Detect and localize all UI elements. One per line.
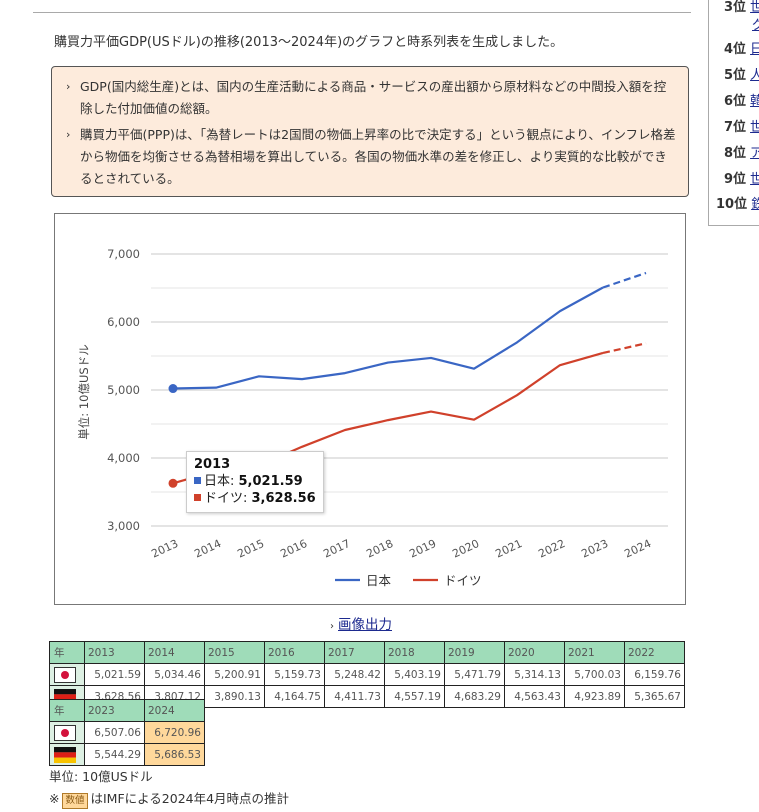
x-tick-label: 2020 [450, 537, 481, 561]
y-tick-label: 6,000 [107, 315, 140, 329]
germany-value-cell: 5,686.53 [144, 743, 205, 766]
germany-value-cell: 5,544.29 [84, 743, 145, 766]
japan-value-cell: 5,034.46 [144, 663, 205, 686]
japan-value-cell: 5,700.03 [564, 663, 625, 686]
x-tick-label: 2024 [622, 537, 653, 561]
japan-flag-cell [49, 721, 85, 744]
germany-value-cell: 4,411.73 [324, 685, 385, 708]
x-tick-label: 2014 [192, 537, 223, 561]
tooltip-title: 2013 [194, 457, 231, 472]
germany-value-cell: 4,563.43 [504, 685, 565, 708]
germany-value-cell: 4,557.19 [384, 685, 445, 708]
legend-japan-label: 日本 [366, 573, 392, 588]
x-tick-label: 2022 [536, 537, 567, 561]
y-axis-label: 単位: 10億USドル [77, 344, 91, 439]
germany-value-cell: 4,164.75 [264, 685, 325, 708]
data-table-1: 年 2013 2014 2015 2016 2017 2018 2019 2020 2021 202… [49, 641, 685, 708]
japan-value-cell: 6,159.76 [624, 663, 685, 686]
x-tick-label: 2019 [407, 537, 438, 561]
year-header-cell: 2021 [564, 641, 625, 664]
x-tick-label: 2013 [149, 537, 180, 561]
japan-value-cell: 5,471.79 [444, 663, 505, 686]
table-header-row: 年 2013 2014 2015 2016 2017 2018 2019 2020 2021 202… [49, 641, 685, 664]
year-header-label: 年 [49, 641, 85, 664]
japan-value-cell: 5,403.19 [384, 663, 445, 686]
germany-value-cell: 4,683.29 [444, 685, 505, 708]
japan-value-cell: 6,507.06 [84, 721, 145, 744]
chevron-right-icon: › [330, 621, 334, 632]
year-header-label: 年 [49, 699, 85, 722]
chart-tooltip: 2013 日本: 5,021.59 ドイツ: 3,628.56 [186, 451, 324, 513]
data-point [168, 384, 178, 394]
y-tick-label: 3,000 [107, 519, 140, 533]
japan-flag-cell [49, 663, 85, 686]
japan-value-cell: 5,021.59 [84, 663, 145, 686]
year-header-cell: 2013 [84, 641, 145, 664]
tooltip-label: 日本: [204, 474, 239, 489]
table-row-japan: 5,021.59 5,034.46 5,200.91 5,159.73 5,248.42… [49, 663, 685, 686]
series-line-japan [172, 286, 604, 390]
data-table-2: 年 2023 2024 6,507.06 6,720.96 5,544.29 5,686… [49, 699, 205, 766]
tooltip-row-japan: 日本: 5,021.59 [194, 473, 316, 490]
germany-swatch-icon [194, 494, 201, 501]
y-tick-label: 7,000 [107, 247, 140, 261]
japan-flag-icon [54, 666, 76, 683]
x-tick-label: 2017 [321, 537, 352, 561]
legend-germany-label: ドイツ [444, 573, 482, 588]
y-tick-label: 5,000 [107, 383, 140, 397]
x-tick-label: 2018 [364, 537, 395, 561]
japan-value-cell: 5,314.13 [504, 663, 565, 686]
year-header-cell: 2017 [324, 641, 385, 664]
x-tick-label: 2023 [579, 537, 610, 561]
series-line-estimate-japan [602, 271, 647, 289]
image-output-row: › 画像出力 [330, 613, 392, 633]
series-line-estimate-germany [602, 342, 647, 355]
year-header-cell: 2022 [624, 641, 685, 664]
table-header-row: 年 2023 2024 [49, 699, 205, 722]
tooltip-value: 3,628.56 [251, 491, 316, 506]
note-marker: ※ [49, 791, 60, 806]
tooltip-value: 5,021.59 [238, 474, 303, 489]
estimate-note-text: はIMFによる2024年4月時点の推計 [90, 791, 290, 806]
japan-value-cell: 5,159.73 [264, 663, 325, 686]
unit-note: 単位: 10億USドル [49, 769, 153, 784]
tooltip-row-germany: ドイツ: 3,628.56 [194, 490, 316, 507]
year-header-cell: 2018 [384, 641, 445, 664]
x-tick-label: 2021 [493, 537, 524, 561]
japan-value-cell: 6,720.96 [144, 721, 205, 744]
table-row-germany: 5,544.29 5,686.53 [49, 743, 205, 766]
japan-value-cell: 5,248.42 [324, 663, 385, 686]
x-tick-label: 2015 [235, 537, 266, 561]
estimate-swatch: 数値 [62, 793, 88, 809]
germany-value-cell: 3,890.13 [204, 685, 265, 708]
year-header-cell: 2016 [264, 641, 325, 664]
tooltip-label: ドイツ: [204, 491, 252, 506]
x-tick-label: 2016 [278, 537, 309, 561]
germany-value-cell: 4,923.89 [564, 685, 625, 708]
germany-value-cell: 5,365.67 [624, 685, 685, 708]
year-header-cell: 2024 [144, 699, 205, 722]
chart-container: 3,000 4,000 5,000 6,000 7,000 単位: 10億USドル 2013… [54, 213, 686, 605]
japan-swatch-icon [194, 477, 201, 484]
estimate-note: ※ 数値 はIMFによる2024年4月時点の推計 [49, 788, 289, 809]
y-tick-label: 4,000 [107, 451, 140, 465]
germany-flag-cell [49, 743, 85, 766]
japan-flag-icon [54, 724, 76, 741]
year-header-cell: 2020 [504, 641, 565, 664]
image-output-link[interactable]: 画像出力 [338, 617, 392, 633]
year-header-cell: 2015 [204, 641, 265, 664]
year-header-cell: 2023 [84, 699, 145, 722]
year-header-cell: 2014 [144, 641, 205, 664]
germany-flag-icon [54, 746, 76, 763]
data-point [168, 478, 178, 488]
table-row-japan: 6,507.06 6,720.96 [49, 721, 205, 744]
year-header-cell: 2019 [444, 641, 505, 664]
japan-value-cell: 5,200.91 [204, 663, 265, 686]
